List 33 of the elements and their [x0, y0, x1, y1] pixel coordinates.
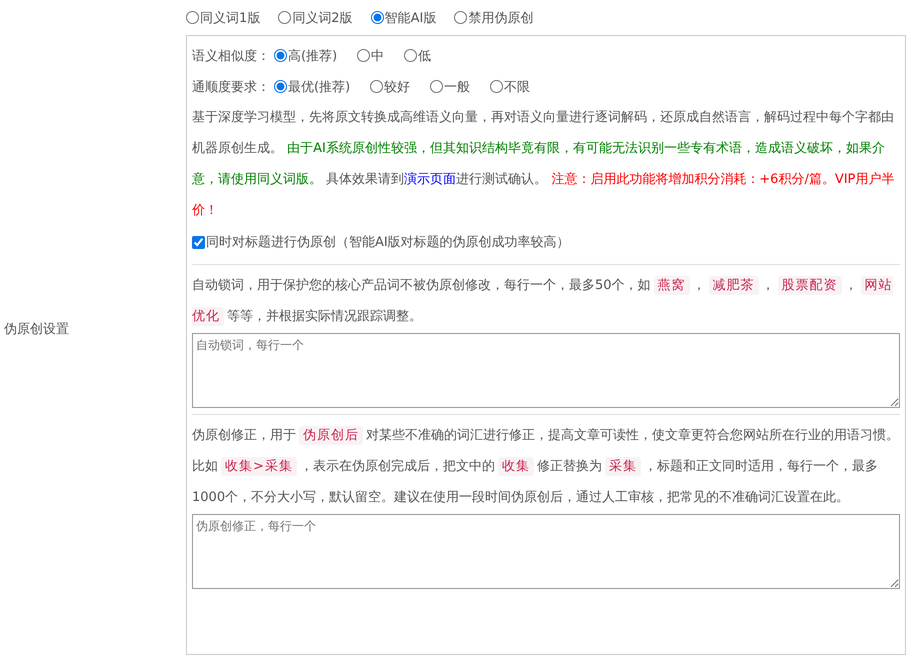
- radio-label: 不限: [504, 78, 530, 96]
- option-label: 通顺度要求：: [192, 78, 270, 96]
- radio-label: 一般: [444, 78, 470, 96]
- demo-page-link[interactable]: 演示页面: [404, 172, 456, 187]
- radio-button[interactable]: [404, 49, 418, 62]
- title-checkbox[interactable]: [192, 236, 205, 248]
- radio-label: 同义词1版: [200, 10, 260, 26]
- lock-words-field[interactable]: 自动锁词，每行一个: [192, 333, 900, 408]
- radio-label: 禁用伪原创: [468, 10, 534, 26]
- radio-label: 最优(推荐): [288, 78, 350, 96]
- radio-label: 同义词2版: [292, 10, 353, 26]
- radio-label: 低: [418, 48, 432, 64]
- radio-label: 中: [371, 48, 384, 64]
- section-label: 伪原创设置: [4, 321, 69, 338]
- radio-label: 高(推荐): [288, 48, 338, 64]
- radio-label: 较好: [384, 78, 410, 96]
- radio-button[interactable]: [278, 11, 292, 24]
- radio-button[interactable]: [430, 80, 444, 93]
- radio-button[interactable]: [274, 80, 287, 93]
- radio-button[interactable]: [186, 11, 199, 24]
- option-label: 语义相似度：: [192, 48, 270, 64]
- lock-words-help: 自动锁词，用于保护您的核心产品词不被伪原创修改，每行一个，最多50个，如 燕窝 ， 减肥茶 ， 股票配资 ， 网站优化 等等，并根据实际情况跟踪调整。: [192, 275, 894, 328]
- radio-button[interactable]: [454, 11, 468, 24]
- radio-button[interactable]: [274, 49, 287, 62]
- corrections-help: 伪原创修正，用于 伪原创后 对某些不准确的词汇进行修正，提高文章可读性，使文章更符合您网站所在行业的用语习惯。比如 收集>采集 ，表示在伪原创完成后，把文中的 收集 修正替换为 采集 ，标题和正文同时适用，每行一个，最多1000个，不分大小写，默认留空。建议在使用一段时间伪原创后，通过人工审核，把常见的不准确词汇设置在此。: [192, 425, 900, 507]
- corrections-field[interactable]: 伪原创修正，每行一个: [192, 514, 900, 589]
- checkbox-label: 同时对标题进行伪原创（智能AI版对标题的伪原创成功率较高）: [206, 234, 570, 251]
- radio-button[interactable]: [370, 80, 384, 93]
- radio-label: 智能AI版: [384, 10, 436, 26]
- radio-button[interactable]: [490, 80, 504, 93]
- radio-button[interactable]: [357, 49, 370, 62]
- radio-button[interactable]: [370, 11, 384, 24]
- description-text: 基于深度学习模型，先将原文转换成高维语义向量，再对语义向量进行逐词解码，还原成自然语言，解码过程中每个字都由机器原创生成。 由于AI系统原创性较强，但其知识结构毕竟有限，有可能无法识别一些专有术语，造成语义破坏，如果介意，请使用同义词版。 具体效果请到演示页面进行测试确认。 注意：启用此功能将增加积分消耗：+6积分/篇。VIP用户半价！: [192, 109, 896, 220]
